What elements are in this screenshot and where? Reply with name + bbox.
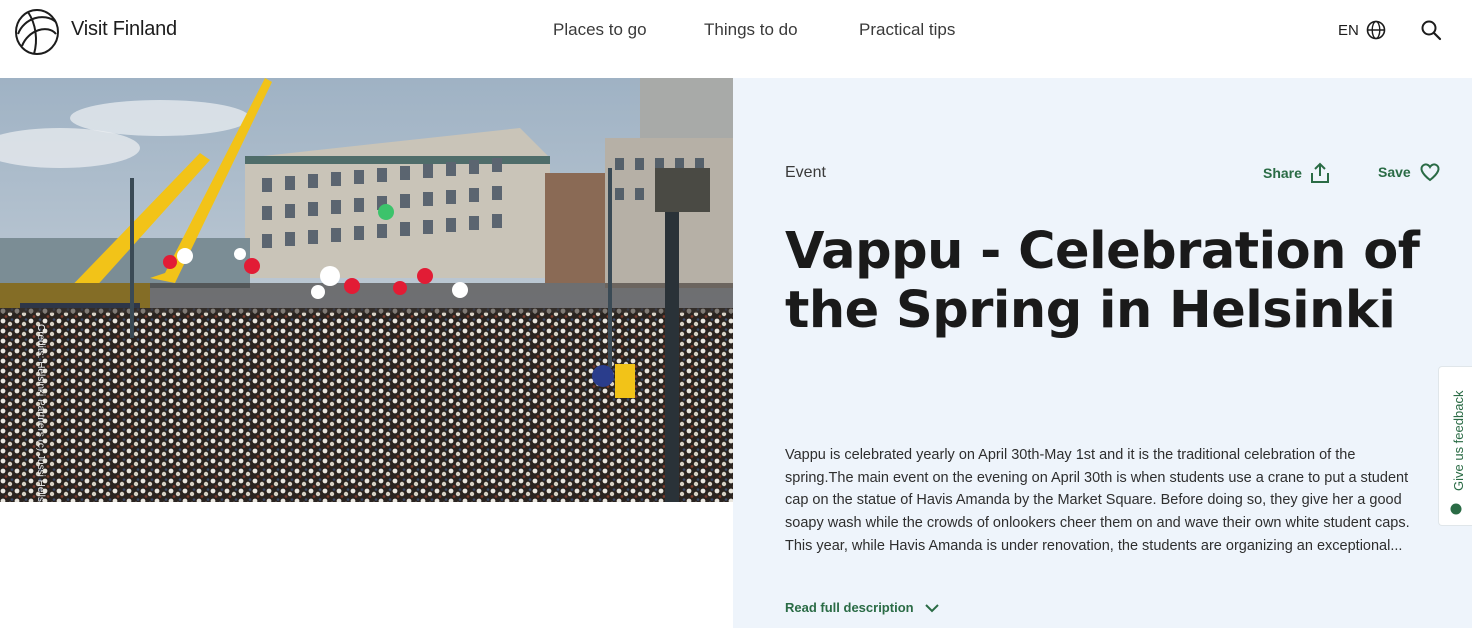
language-selector[interactable]: EN — [1338, 20, 1386, 40]
crowd-celebration-photo — [0, 78, 733, 502]
globe-icon — [1366, 20, 1386, 40]
share-label: Share — [1263, 165, 1302, 181]
event-title: Vappu - Celebration of the Spring in Hel… — [785, 222, 1420, 340]
read-more-label: Read full description — [785, 600, 914, 615]
heart-icon — [1420, 163, 1440, 182]
hero-photo: Credits: Helsinki Partners (c) Jussi Hel… — [0, 78, 733, 502]
feedback-label: Give us feedback — [1451, 390, 1466, 491]
feedback-tab[interactable]: Give us feedback — [1438, 366, 1472, 526]
event-info-panel: Event Share Save Vappu - Celebration of … — [733, 78, 1472, 628]
description-line: soapy wash while the crowds of onlookers… — [785, 515, 1410, 532]
description-line: Vappu is celebrated yearly on April 30th… — [785, 447, 1356, 463]
save-button[interactable]: Save — [1378, 162, 1441, 182]
language-code: EN — [1338, 21, 1359, 39]
nav-things-to-do[interactable]: Things to do — [704, 20, 798, 40]
event-description: Vappu is celebrated yearly on April 30th… — [785, 444, 1445, 558]
share-button[interactable]: Share — [1263, 162, 1330, 184]
photo-credit: Credits: Helsinki Partners (c) Jussi Hel… — [35, 324, 46, 502]
main-nav: Places to go Things to do Practical tips — [0, 20, 1472, 44]
share-icon — [1310, 162, 1329, 183]
description-line: cap on the statue of Havis Amanda by the… — [785, 492, 1402, 509]
description-line: This year, while Havis Amanda is under r… — [785, 537, 1403, 554]
site-header: Visit Finland Places to go Things to do … — [0, 0, 1472, 78]
read-full-description-button[interactable]: Read full description — [785, 600, 940, 615]
search-icon[interactable] — [1420, 19, 1442, 41]
nav-practical-tips[interactable]: Practical tips — [859, 20, 955, 40]
event-category: Event — [785, 164, 826, 181]
chevron-down-icon — [924, 603, 939, 612]
feedback-icon — [1450, 503, 1462, 515]
save-label: Save — [1378, 164, 1411, 180]
nav-places-to-go[interactable]: Places to go — [553, 20, 647, 40]
description-line: spring.The main event on the evening on … — [785, 469, 1409, 486]
